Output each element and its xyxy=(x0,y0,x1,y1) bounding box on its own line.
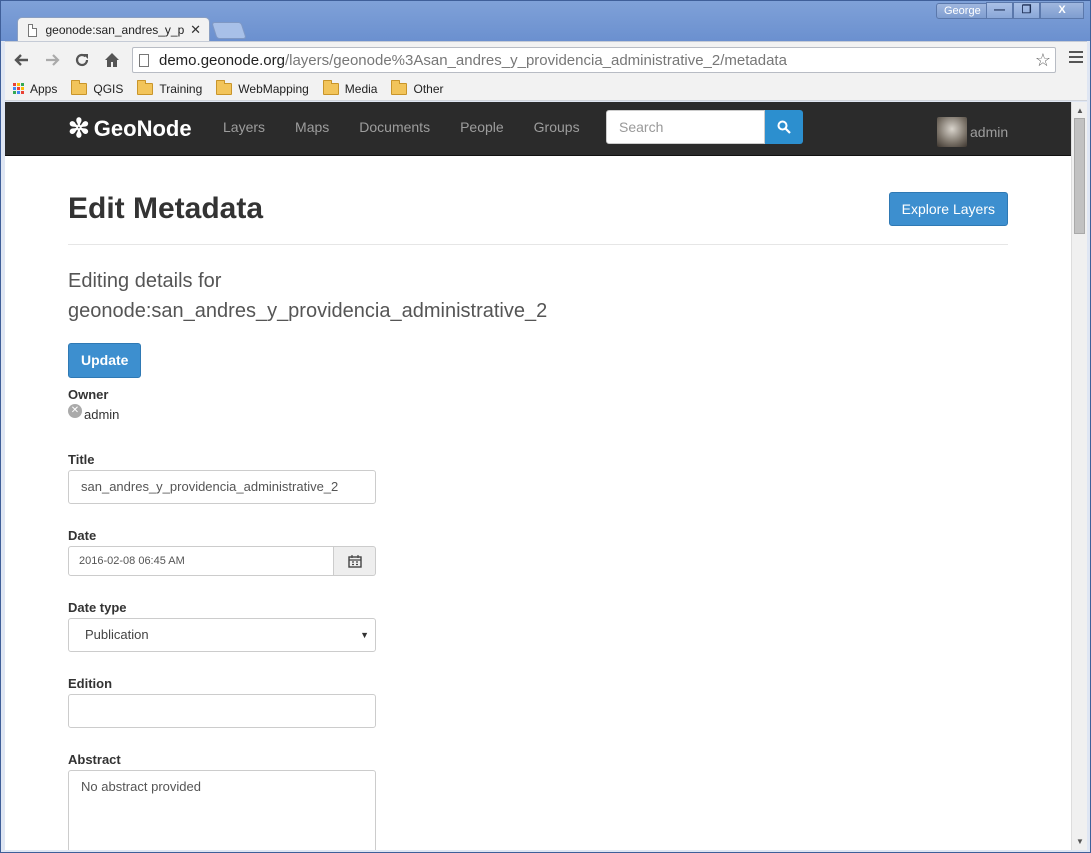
subtitle-layer-name: geonode:san_andres_y_providencia_adminis… xyxy=(68,300,548,322)
bookmark-label: Other xyxy=(413,81,444,96)
bookmark-label: Apps xyxy=(30,81,58,96)
scroll-up-icon[interactable]: ▲ xyxy=(1076,106,1084,115)
owner-field: ✕ admin xyxy=(68,403,120,422)
bookmark-label: WebMapping xyxy=(238,81,309,96)
bookmark-label: Training xyxy=(159,81,203,96)
scrollbar-thumb[interactable] xyxy=(1074,118,1085,234)
page-viewport: ✼ GeoNode Layers Maps Documents People G… xyxy=(5,102,1071,850)
nav-layers[interactable]: Layers xyxy=(223,119,265,135)
calendar-button[interactable] xyxy=(334,546,376,576)
home-icon[interactable] xyxy=(99,47,125,73)
geonode-flower-icon: ✼ xyxy=(68,113,90,143)
update-button[interactable]: Update xyxy=(68,343,142,378)
minimize-button[interactable]: — xyxy=(986,2,1013,19)
nav-people[interactable]: People xyxy=(460,119,504,135)
bookmark-training[interactable]: Training xyxy=(137,79,203,96)
nav-groups[interactable]: Groups xyxy=(534,119,580,135)
folder-icon xyxy=(216,79,233,95)
search-input[interactable]: Search xyxy=(606,110,765,144)
back-arrow-icon[interactable] xyxy=(9,47,35,73)
site-navbar: ✼ GeoNode Layers Maps Documents People G… xyxy=(5,102,1071,156)
brand-name: GeoNode xyxy=(93,115,192,141)
bookmark-star-icon[interactable]: ☆ xyxy=(1035,50,1051,71)
bookmark-label: Media xyxy=(344,81,378,96)
tab-title: geonode:san_andres_y_pro xyxy=(45,23,185,37)
folder-icon xyxy=(322,79,339,95)
date-type-select[interactable]: Publication ▼ xyxy=(68,618,376,652)
title-bar: geonode:san_andres_y_pro ✕ George — ❐ X xyxy=(1,1,1090,42)
bookmark-qgis[interactable]: QGIS xyxy=(71,79,124,96)
bookmark-media[interactable]: Media xyxy=(322,79,378,96)
menu-icon[interactable] xyxy=(1069,51,1083,66)
nav-documents[interactable]: Documents xyxy=(359,119,430,135)
date-label: Date xyxy=(68,528,97,543)
remove-owner-icon[interactable]: ✕ xyxy=(68,403,82,418)
title-input[interactable]: san_andres_y_providencia_administrative_… xyxy=(68,470,376,504)
address-bar[interactable]: demo.geonode.org/layers/geonode%3Asan_an… xyxy=(132,47,1056,73)
subtitle-line1: Editing details for xyxy=(68,270,222,292)
tab-close-icon[interactable]: ✕ xyxy=(190,22,201,38)
bookmark-other[interactable]: Other xyxy=(391,79,444,96)
title-label: Title xyxy=(68,452,95,467)
owner-value: admin xyxy=(84,407,120,422)
date-type-value: Publication xyxy=(85,627,149,642)
scrollbar[interactable]: ▲ ▼ xyxy=(1071,102,1087,850)
bookmark-apps[interactable]: Apps xyxy=(13,82,57,96)
nav-maps[interactable]: Maps xyxy=(295,119,329,135)
date-field: 2016-02-08 06:45 AM xyxy=(68,546,376,576)
browser-toolbar: demo.geonode.org/layers/geonode%3Asan_an… xyxy=(5,41,1087,77)
nav-user-link[interactable]: admin xyxy=(970,124,1008,140)
search-button[interactable] xyxy=(765,110,803,144)
profile-badge[interactable]: George xyxy=(936,3,989,19)
main-nav: Layers Maps Documents People Groups xyxy=(223,119,610,135)
page-icon xyxy=(28,23,38,37)
browser-window: geonode:san_andres_y_pro ✕ George — ❐ X … xyxy=(0,0,1091,853)
avatar[interactable] xyxy=(937,117,967,147)
reload-icon[interactable] xyxy=(69,47,95,73)
page-title: Edit Metadata xyxy=(68,192,264,225)
divider xyxy=(68,244,1008,245)
scroll-down-icon[interactable]: ▼ xyxy=(1076,837,1084,846)
folder-icon xyxy=(71,79,88,95)
page-icon xyxy=(139,53,149,67)
abstract-label: Abstract xyxy=(68,752,121,767)
bookmark-webmapping[interactable]: WebMapping xyxy=(216,79,309,96)
calendar-icon xyxy=(347,554,362,568)
date-input[interactable]: 2016-02-08 06:45 AM xyxy=(68,546,334,576)
search-icon xyxy=(777,120,791,134)
geonode-logo[interactable]: ✼ GeoNode xyxy=(68,113,192,144)
date-type-label: Date type xyxy=(68,600,127,615)
folder-icon xyxy=(137,79,154,95)
maximize-button[interactable]: ❐ xyxy=(1013,2,1040,19)
edition-label: Edition xyxy=(68,676,113,691)
explore-layers-button[interactable]: Explore Layers xyxy=(888,192,1008,226)
close-window-button[interactable]: X xyxy=(1040,2,1084,19)
url-host: demo.geonode.org xyxy=(159,51,285,69)
bookmarks-bar: Apps QGIS Training WebMapping Media Othe… xyxy=(5,77,1087,101)
edition-input[interactable] xyxy=(68,694,376,728)
window-controls: — ❐ X xyxy=(986,2,1084,19)
new-tab-button[interactable] xyxy=(211,22,247,39)
owner-label: Owner xyxy=(68,387,109,402)
dropdown-caret-icon: ▼ xyxy=(360,630,369,640)
abstract-textarea[interactable]: No abstract provided xyxy=(68,770,376,850)
bookmark-label: QGIS xyxy=(93,81,124,96)
folder-icon xyxy=(391,79,408,95)
browser-tab[interactable]: geonode:san_andres_y_pro ✕ xyxy=(17,17,210,42)
page-subtitle: Editing details for geonode:san_andres_y… xyxy=(68,266,547,326)
apps-grid-icon xyxy=(13,83,24,94)
url-path: /layers/geonode%3Asan_andres_y_providenc… xyxy=(284,51,787,69)
forward-arrow-icon[interactable] xyxy=(39,47,65,73)
